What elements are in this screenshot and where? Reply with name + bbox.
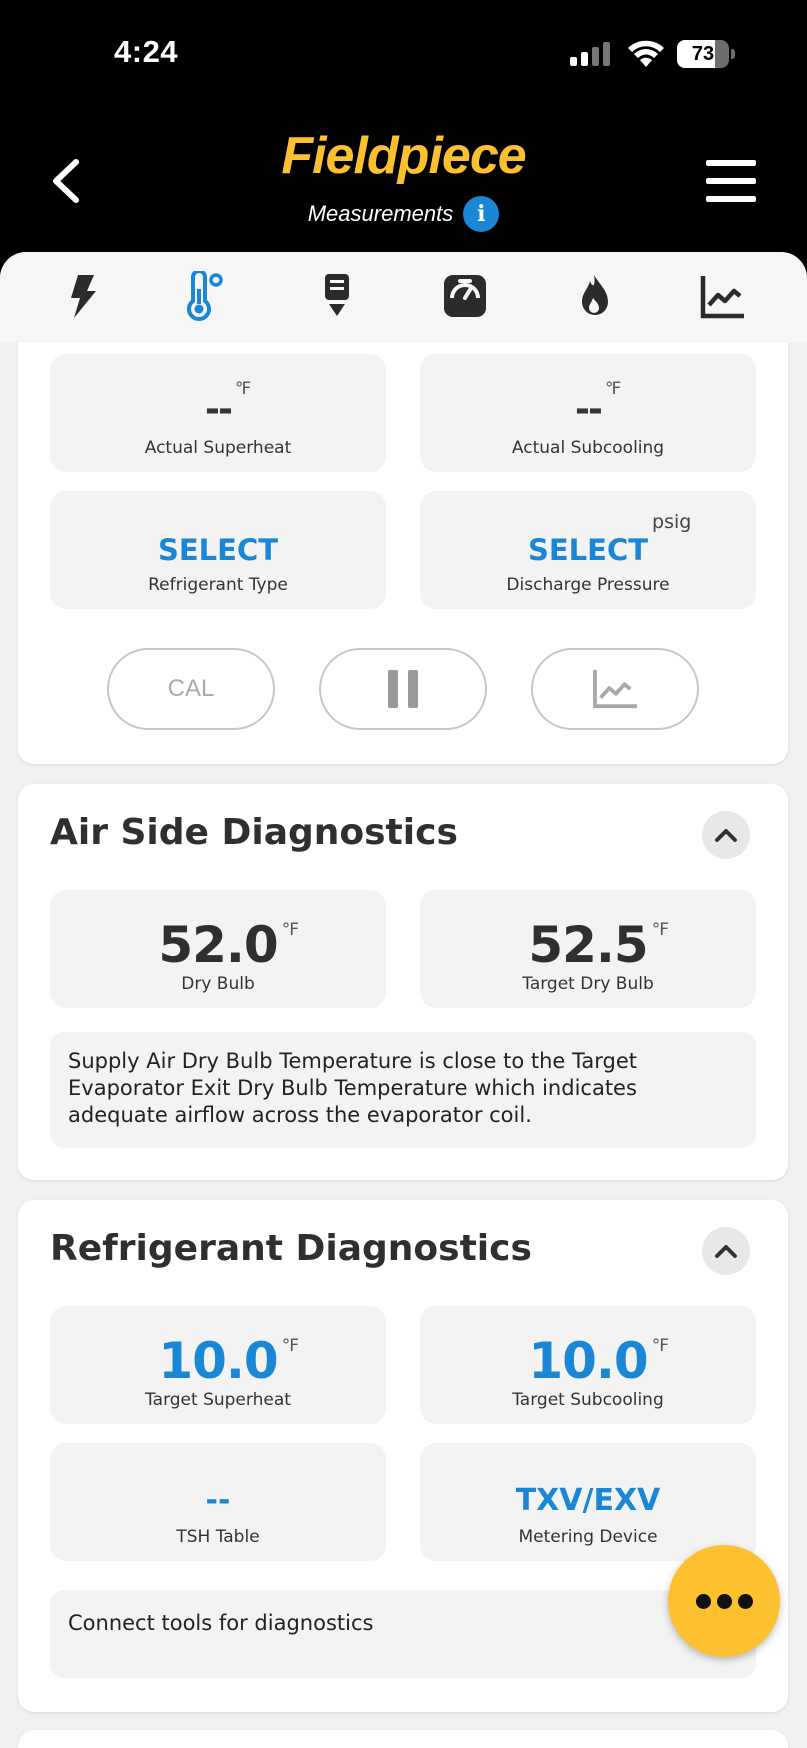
target-dry-bulb-unit: °F bbox=[651, 920, 669, 940]
more-actions-button[interactable] bbox=[668, 1545, 780, 1657]
actual-subcooling-unit: °F bbox=[604, 378, 621, 399]
tsh-table-label: TSH Table bbox=[176, 1527, 260, 1547]
hamburger-menu-icon[interactable] bbox=[706, 160, 756, 202]
dry-bulb-label: Dry Bulb bbox=[181, 974, 255, 994]
target-dry-bulb-value: 52.5 bbox=[528, 916, 648, 974]
tsh-table-value: -- bbox=[205, 1482, 231, 1518]
target-superheat-unit: °F bbox=[281, 1336, 299, 1356]
target-superheat-tile[interactable]: 10.0 °F Target Superheat bbox=[50, 1306, 386, 1424]
lightning-icon bbox=[71, 275, 96, 318]
actual-subcooling-value: -- bbox=[575, 388, 603, 430]
target-subcooling-unit: °F bbox=[651, 1336, 669, 1356]
next-card bbox=[18, 1730, 788, 1748]
dry-bulb-value: 52.0 bbox=[158, 916, 278, 974]
air-side-message: Supply Air Dry Bulb Temperature is close… bbox=[50, 1032, 756, 1148]
battery-percent: 73 bbox=[691, 43, 715, 65]
dot-icon bbox=[695, 1593, 711, 1609]
tab-probe[interactable] bbox=[306, 266, 368, 326]
chart-icon bbox=[593, 669, 637, 709]
refrigerant-type-value: SELECT bbox=[157, 533, 279, 567]
refrigerant-message: Connect tools for diagnostics bbox=[50, 1590, 756, 1678]
tab-electrical[interactable] bbox=[52, 266, 114, 326]
actual-superheat-value: -- bbox=[205, 388, 233, 430]
target-dry-bulb-label: Target Dry Bulb bbox=[522, 974, 654, 994]
refrigerant-collapse-button[interactable] bbox=[702, 1227, 750, 1275]
pause-button[interactable] bbox=[319, 648, 487, 730]
page-subtitle: Measurements bbox=[307, 201, 454, 226]
actual-subcooling-label: Actual Subcooling bbox=[511, 438, 665, 458]
battery-icon: 73 bbox=[677, 40, 735, 68]
tab-combustion[interactable] bbox=[564, 266, 626, 326]
cal-button[interactable]: CAL bbox=[107, 648, 275, 730]
refrigerant-title: Refrigerant Diagnostics bbox=[50, 1228, 532, 1269]
cellular-signal-icon bbox=[570, 42, 610, 66]
dry-bulb-unit: °F bbox=[281, 920, 299, 940]
tab-temperature[interactable] bbox=[173, 266, 235, 326]
actual-subcooling-tile[interactable]: -- °F Actual Subcooling bbox=[420, 354, 756, 472]
pause-icon bbox=[388, 670, 418, 708]
actual-superheat-unit: °F bbox=[234, 378, 251, 399]
chevron-up-icon bbox=[715, 829, 737, 842]
dry-bulb-tile[interactable]: 52.0 °F Dry Bulb bbox=[50, 890, 386, 1008]
discharge-pressure-label: Discharge Pressure bbox=[506, 575, 670, 595]
cal-label: CAL bbox=[167, 675, 215, 702]
target-dry-bulb-tile[interactable]: 52.5 °F Target Dry Bulb bbox=[420, 890, 756, 1008]
probe-icon bbox=[325, 274, 349, 316]
page-subtitle-row: Measurements i bbox=[0, 196, 807, 232]
discharge-pressure-value: SELECT bbox=[527, 533, 649, 567]
chart-icon bbox=[700, 276, 744, 319]
brand-logo: Fieldpiece bbox=[281, 127, 526, 185]
chevron-up-icon bbox=[715, 1245, 737, 1258]
discharge-pressure-tile[interactable]: SELECT psig Discharge Pressure bbox=[420, 491, 756, 609]
wifi-icon bbox=[628, 40, 664, 67]
refrigerant-type-label: Refrigerant Type bbox=[148, 575, 288, 595]
actual-superheat-label: Actual Superheat bbox=[144, 438, 292, 458]
tab-charts[interactable] bbox=[692, 266, 754, 326]
target-subcooling-value: 10.0 bbox=[528, 1332, 648, 1390]
status-bar: 4:24 73 bbox=[0, 0, 807, 110]
info-icon[interactable]: i bbox=[463, 196, 500, 232]
target-superheat-label: Target Superheat bbox=[145, 1390, 291, 1410]
gauge-icon bbox=[444, 275, 486, 317]
dot-icon bbox=[737, 1593, 753, 1609]
metering-device-label: Metering Device bbox=[518, 1527, 658, 1547]
status-time: 4:24 bbox=[114, 34, 179, 69]
target-subcooling-label: Target Subcooling bbox=[512, 1390, 664, 1410]
target-superheat-value: 10.0 bbox=[158, 1332, 278, 1390]
air-side-title: Air Side Diagnostics bbox=[50, 812, 458, 853]
refrigerant-type-tile[interactable]: SELECT Refrigerant Type bbox=[50, 491, 386, 609]
chart-button[interactable] bbox=[531, 648, 699, 730]
actual-superheat-tile[interactable]: -- °F Actual Superheat bbox=[50, 354, 386, 472]
discharge-pressure-unit: psig bbox=[652, 511, 692, 533]
metering-device-tile[interactable]: TXV/EXV Metering Device bbox=[420, 1443, 756, 1561]
metering-device-value: TXV/EXV bbox=[515, 1482, 661, 1518]
tsh-table-tile[interactable]: -- TSH Table bbox=[50, 1443, 386, 1561]
dot-icon bbox=[716, 1593, 732, 1609]
target-subcooling-tile[interactable]: 10.0 °F Target Subcooling bbox=[420, 1306, 756, 1424]
tab-gauge[interactable] bbox=[434, 266, 496, 326]
tool-tab-bar bbox=[0, 252, 807, 342]
thermometer-icon bbox=[187, 271, 223, 321]
flame-icon bbox=[582, 275, 608, 315]
air-side-collapse-button[interactable] bbox=[702, 811, 750, 859]
